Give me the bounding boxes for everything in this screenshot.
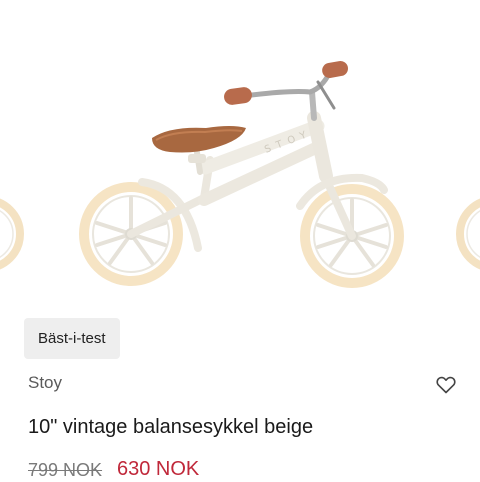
- original-price: 799 NOK: [28, 460, 103, 480]
- test-winner-badge: Bäst-i-test: [24, 318, 120, 359]
- brand-name[interactable]: Stoy: [28, 372, 62, 394]
- next-product-image[interactable]: [456, 198, 480, 270]
- sale-price: 630 NOK: [117, 458, 200, 480]
- wishlist-button[interactable]: [432, 372, 460, 398]
- product-title[interactable]: 10" vintage balansesykkel beige: [28, 414, 313, 440]
- product-image-carousel[interactable]: STOY: [0, 0, 480, 310]
- heart-outline-icon: [436, 376, 456, 394]
- previous-product-image[interactable]: [0, 198, 24, 270]
- balance-bike-image: STOY: [79, 61, 404, 288]
